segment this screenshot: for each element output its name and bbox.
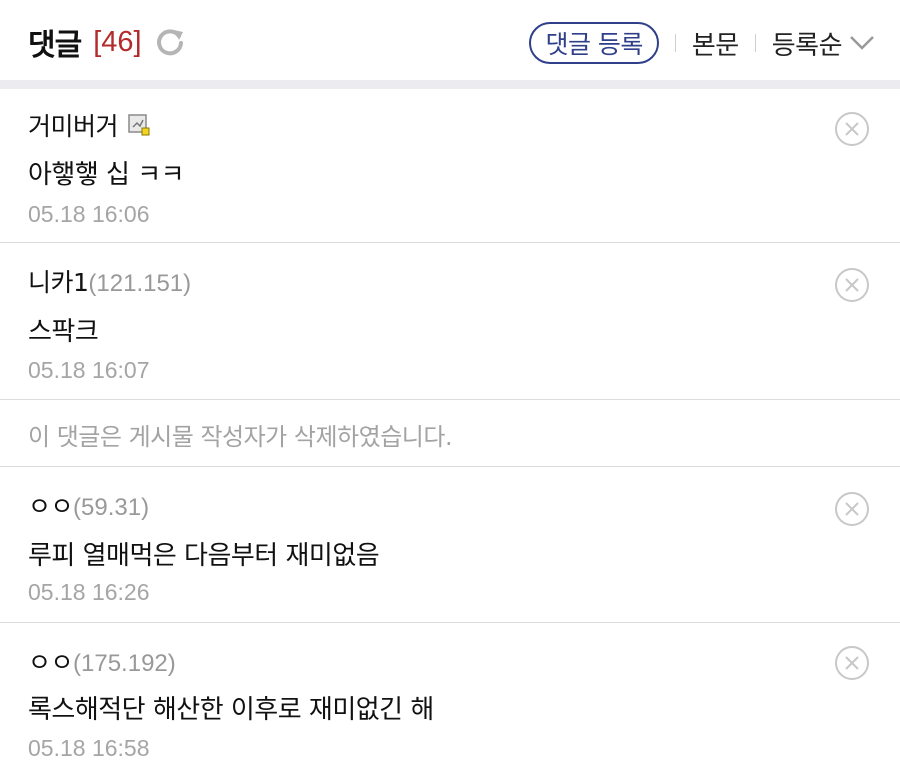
comment-author: ㅇㅇ (59.31)	[28, 492, 150, 521]
body-link[interactable]: 본문	[692, 25, 739, 62]
sort-label: 등록순	[771, 30, 843, 61]
comment-time: 05.18 16:07	[28, 357, 150, 383]
comment-header: 댓글 [46] 댓글 등록 본문 등록순	[0, 0, 900, 80]
separator	[754, 34, 756, 52]
comment-ip: (121.151)	[88, 270, 192, 297]
comment-item: 거미버거 아햏햏 십 ㅋㅋ 05.18 16:06	[0, 89, 900, 243]
deleted-comment: 이 댓글은 게시물 작성자가 삭제하였습니다.	[0, 400, 900, 467]
register-comment-button[interactable]: 댓글 등록	[529, 22, 659, 64]
gallery-badge-icon	[128, 114, 150, 136]
comment-body: 루피 열매먹은 다음부터 재미없음	[28, 541, 380, 571]
refresh-icon[interactable]	[154, 26, 186, 58]
comment-body: 스팍크	[28, 317, 99, 347]
comment-time: 05.18 16:06	[28, 201, 150, 227]
comment-author: 니카1 (121.151)	[28, 268, 192, 297]
close-circle-icon[interactable]	[834, 645, 870, 681]
title-group: 댓글 [46]	[28, 20, 186, 64]
comment-time: 05.18 16:58	[28, 735, 150, 761]
sort-dropdown[interactable]: 등록순	[772, 25, 876, 62]
deleted-comment-text: 이 댓글은 게시물 작성자가 삭제하였습니다.	[28, 423, 453, 451]
comment-body: 록스해적단 해산한 이후로 재미없긴 해	[28, 695, 434, 725]
comment-item: ㅇㅇ (59.31) 루피 열매먹은 다음부터 재미없음 05.18 16:26	[0, 467, 900, 623]
comment-body: 아햏햏 십 ㅋㅋ	[28, 160, 185, 190]
comment-author: ㅇㅇ (175.192)	[28, 648, 176, 677]
close-circle-icon[interactable]	[834, 267, 870, 303]
close-circle-icon[interactable]	[834, 491, 870, 527]
comment-author: 거미버거	[28, 107, 150, 143]
close-circle-icon[interactable]	[834, 111, 870, 147]
header-divider	[0, 80, 900, 89]
comment-title: 댓글	[28, 28, 82, 63]
comment-time: 05.18 16:26	[28, 579, 150, 605]
comment-item: ㅇㅇ (175.192) 록스해적단 해산한 이후로 재미없긴 해 05.18 1…	[0, 623, 900, 773]
comment-item: 니카1 (121.151) 스팍크 05.18 16:07	[0, 243, 900, 400]
comment-ip: (59.31)	[73, 494, 150, 521]
comment-count: [46]	[93, 25, 142, 58]
comment-ip: (175.192)	[73, 650, 176, 677]
separator	[674, 34, 676, 52]
header-actions: 댓글 등록 본문 등록순	[529, 22, 876, 64]
chevron-down-icon	[850, 36, 874, 50]
